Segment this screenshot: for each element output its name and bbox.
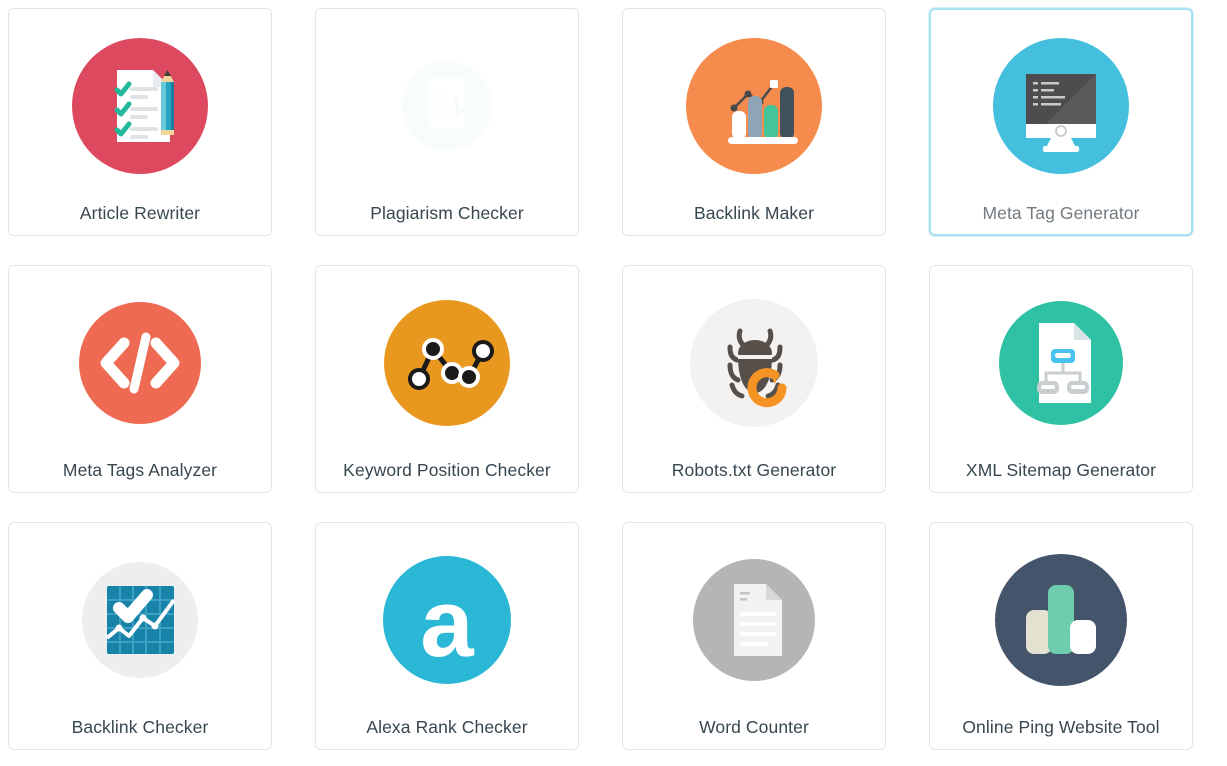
tool-card-article-rewriter[interactable]: Article Rewriter (8, 8, 272, 236)
alexa-letter-a-icon: a (379, 552, 515, 688)
monitor-code-icon (993, 38, 1129, 174)
tool-label: Backlink Maker (693, 203, 815, 223)
tool-label: Backlink Checker (71, 717, 209, 737)
tool-label: Meta Tags Analyzer (62, 460, 218, 480)
tool-label: Plagiarism Checker (370, 203, 524, 223)
tool-card-plagiarism-checker[interactable]: Plagiarism Checker (315, 8, 579, 236)
sitemap-document-icon (993, 295, 1129, 431)
bar-chart-dark-icon (993, 552, 1129, 688)
plagiarism-document-icon (379, 38, 515, 174)
tool-card-meta-tag-generator[interactable]: Meta Tag Generator (929, 8, 1193, 236)
tool-label: XML Sitemap Generator (965, 460, 1157, 480)
bar-chart-growth-icon (686, 38, 822, 174)
code-brackets-icon (72, 295, 208, 431)
tool-card-backlink-checker[interactable]: Backlink Checker (8, 522, 272, 750)
tool-label: Article Rewriter (79, 203, 201, 223)
tool-card-meta-tags-analyzer[interactable]: Meta Tags Analyzer (8, 265, 272, 493)
document-checklist-pencil-icon (72, 38, 208, 174)
svg-text:a: a (420, 570, 474, 677)
tool-label: Online Ping Website Tool (962, 717, 1160, 737)
line-graph-nodes-icon (379, 295, 515, 431)
tool-card-alexa-rank-checker[interactable]: a Alexa Rank Checker (315, 522, 579, 750)
tool-label: Meta Tag Generator (982, 203, 1140, 223)
chart-check-icon (72, 552, 208, 688)
tool-label: Alexa Rank Checker (366, 717, 528, 737)
tool-card-robots-txt-generator[interactable]: Robots.txt Generator (622, 265, 886, 493)
bug-refresh-icon (686, 295, 822, 431)
tool-card-keyword-position-checker[interactable]: Keyword Position Checker (315, 265, 579, 493)
tools-grid: Article Rewriter Plagiarism Checker Back… (0, 0, 1227, 766)
tool-card-word-counter[interactable]: Word Counter (622, 522, 886, 750)
tool-label: Robots.txt Generator (671, 460, 837, 480)
tool-card-online-ping-website-tool[interactable]: Online Ping Website Tool (929, 522, 1193, 750)
text-document-icon (686, 552, 822, 688)
tool-label: Keyword Position Checker (343, 460, 551, 480)
tool-card-xml-sitemap-generator[interactable]: XML Sitemap Generator (929, 265, 1193, 493)
tool-card-backlink-maker[interactable]: Backlink Maker (622, 8, 886, 236)
tool-label: Word Counter (699, 717, 809, 737)
